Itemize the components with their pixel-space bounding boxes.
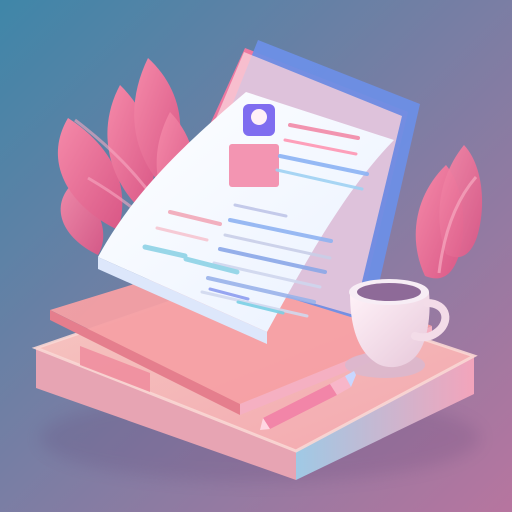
- isometric-document-illustration: [0, 0, 512, 512]
- avatar-icon: [251, 109, 267, 125]
- illustration-scene: [0, 0, 512, 512]
